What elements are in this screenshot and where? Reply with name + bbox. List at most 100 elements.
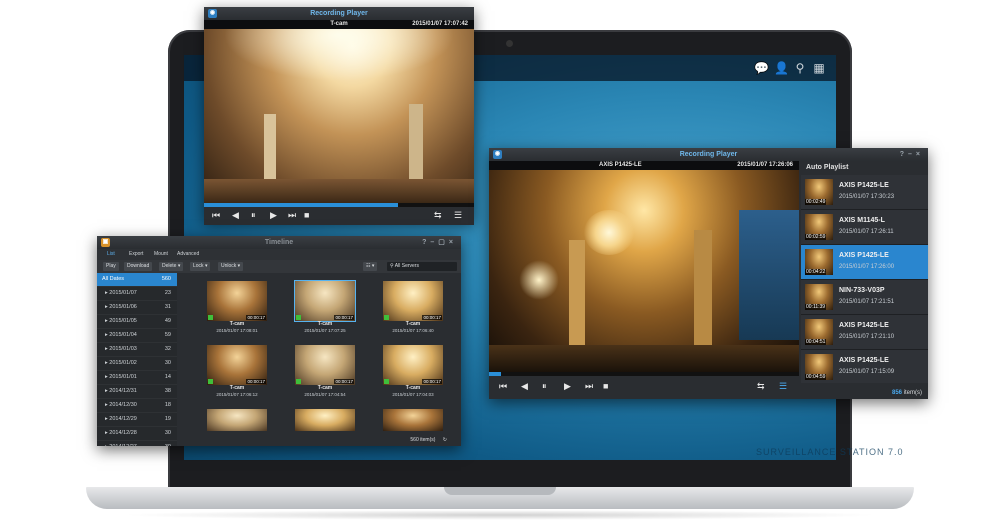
date-item[interactable]: ▸ 2015/01/02 30 bbox=[97, 357, 177, 371]
tab-export[interactable]: Export bbox=[129, 249, 143, 260]
date-item[interactable]: ▸ 2014/12/30 18 bbox=[97, 399, 177, 413]
date-label: 2014/12/27 bbox=[109, 444, 137, 446]
refresh-icon[interactable]: ↻ bbox=[443, 437, 447, 443]
playlist-thumbnail: 00:04:51 bbox=[805, 319, 833, 345]
sync-icon[interactable]: ⇆ bbox=[757, 381, 765, 392]
recording-thumbnail[interactable]: 00:00:17 bbox=[383, 345, 443, 385]
recording-thumbnail[interactable] bbox=[207, 409, 267, 431]
last-frame-icon[interactable]: ⏭ bbox=[585, 381, 593, 392]
date-label: 2014/12/28 bbox=[109, 430, 137, 436]
unlock-button[interactable]: Unlock ▾ bbox=[218, 262, 244, 271]
pause-icon[interactable]: ⏸ bbox=[251, 210, 256, 221]
status-badge bbox=[296, 315, 301, 320]
playlist-count: 856 item(s) bbox=[892, 390, 922, 396]
duration: 00:11:39 bbox=[805, 304, 827, 310]
download-button[interactable]: Download bbox=[124, 262, 153, 271]
chat-icon[interactable]: 💬 bbox=[754, 61, 769, 75]
recording-item[interactable]: 00:00:17 T-cam 2015/01/07 17:08:01 bbox=[207, 281, 267, 333]
date-item[interactable]: ▸ 2015/01/03 32 bbox=[97, 343, 177, 357]
duration: 00:04:59 bbox=[805, 374, 827, 380]
playlist-item[interactable]: 00:04:51 AXIS P1425-LE 2015/01/07 17:21:10 bbox=[801, 315, 928, 350]
forward-icon[interactable]: ▶ bbox=[564, 381, 571, 392]
date-label: 2014/12/30 bbox=[109, 402, 137, 408]
stop-icon[interactable]: ■ bbox=[304, 210, 309, 220]
date-item[interactable]: ▸ 2015/01/01 14 bbox=[97, 371, 177, 385]
date-item[interactable]: ▸ 2014/12/28 30 bbox=[97, 427, 177, 441]
tab-mount[interactable]: Mount bbox=[154, 249, 168, 260]
forward-icon[interactable]: ▶ bbox=[270, 210, 277, 221]
grid-icon[interactable]: ▦ bbox=[812, 61, 826, 75]
window-controls[interactable]: ?–× bbox=[900, 148, 924, 161]
recording-thumbnail[interactable]: 00:00:17 bbox=[207, 281, 267, 321]
playlist-timestamp: 2015/01/07 17:26:00 bbox=[839, 264, 895, 270]
list-icon[interactable]: ☰ bbox=[779, 381, 787, 392]
playlist-item[interactable]: 00:02:49 AXIS P1425-LE 2015/01/07 17:30:23 bbox=[801, 175, 928, 210]
date-item[interactable]: ▸ 2015/01/07 23 bbox=[97, 287, 177, 301]
date-item[interactable]: ▸ 2015/01/06 31 bbox=[97, 301, 177, 315]
duration: 00:04:22 bbox=[805, 269, 827, 275]
view-toggle[interactable]: ☷ ▾ bbox=[363, 262, 378, 271]
recording-thumbnail[interactable] bbox=[383, 409, 443, 431]
playlist-item[interactable]: 00:02:59 AXIS M1145-L 2015/01/07 17:26:11 bbox=[801, 210, 928, 245]
last-frame-icon[interactable]: ⏭ bbox=[288, 210, 296, 221]
date-item[interactable]: ▸ 2014/12/31 38 bbox=[97, 385, 177, 399]
play-button[interactable]: Play bbox=[103, 262, 119, 271]
desktop-watermark: SURVEILLANCE STATION 7.0 bbox=[756, 447, 904, 457]
playlist: 00:02:49 AXIS P1425-LE 2015/01/07 17:30:23… bbox=[801, 175, 928, 383]
date-item[interactable]: ▸ 2015/01/05 49 bbox=[97, 315, 177, 329]
tab-advanced[interactable]: Advanced bbox=[177, 249, 199, 260]
stop-icon[interactable]: ■ bbox=[603, 381, 608, 391]
date-item[interactable]: All Dates 560 bbox=[97, 273, 177, 287]
date-item[interactable]: ▸ 2014/12/2730 bbox=[97, 441, 177, 446]
recording-thumbnail[interactable]: 00:00:17 bbox=[383, 281, 443, 321]
recording-thumbnail[interactable]: 00:00:17 bbox=[295, 345, 355, 385]
tab-list[interactable]: List bbox=[107, 249, 115, 260]
recording-item[interactable]: 00:00:17 T-cam 2015/01/07 17:06:40 bbox=[383, 281, 443, 333]
date-count: 560 bbox=[161, 276, 171, 282]
rewind-icon[interactable]: ◀ bbox=[521, 381, 528, 392]
playlist-item[interactable]: 00:04:59 AXIS P1425-LE 2015/01/07 17:15:09 bbox=[801, 350, 928, 383]
first-frame-icon[interactable]: ⏮ bbox=[212, 210, 220, 221]
date-item[interactable]: ▸ 2015/01/04 59 bbox=[97, 329, 177, 343]
recording-item[interactable]: 00:00:17 T-cam 2015/01/07 17:06:12 bbox=[207, 345, 267, 397]
recording-thumbnail[interactable]: 00:00:17 bbox=[207, 345, 267, 385]
timeline-title: Timeline bbox=[264, 239, 294, 246]
first-frame-icon[interactable]: ⏮ bbox=[499, 381, 507, 392]
server-search-input[interactable]: ⚲ All Servers bbox=[387, 262, 457, 271]
playlist-count-value: 856 bbox=[891, 390, 902, 396]
recording-player-small: ◉ Recording Player T-cam 2015/01/07 17:0… bbox=[204, 7, 474, 225]
date-count: 59 bbox=[164, 332, 171, 338]
date-count: 18 bbox=[164, 402, 171, 408]
playlist-thumbnail: 00:02:59 bbox=[805, 214, 833, 240]
search-icon[interactable]: ⚲ bbox=[793, 61, 807, 75]
window-controls[interactable]: ?–▢× bbox=[422, 236, 457, 249]
lock-button[interactable]: Lock ▾ bbox=[190, 262, 211, 271]
recording-item[interactable]: 00:00:17 T-cam 2015/01/07 17:07:25 bbox=[294, 280, 356, 333]
playlist-camera-name: AXIS P1425-LE bbox=[839, 252, 889, 259]
playlist-camera-name: AXIS P1425-LE bbox=[839, 322, 889, 329]
recording-thumbnail[interactable]: 00:00:17 bbox=[294, 280, 356, 322]
recordings-grid: 00:00:17 T-cam 2015/01/07 17:08:01 00:00:17… bbox=[177, 273, 461, 434]
date-count: 38 bbox=[164, 388, 171, 394]
playlist-item[interactable]: 00:11:39 NIN-733-V03P 2015/01/07 17:21:51 bbox=[801, 280, 928, 315]
pause-icon[interactable]: ⏸ bbox=[542, 381, 547, 392]
date-count: 32 bbox=[164, 346, 171, 352]
recording-item[interactable]: 00:00:17 T-cam 2015/01/07 17:04:03 bbox=[383, 345, 443, 397]
date-count: 31 bbox=[164, 304, 171, 310]
video-frame[interactable] bbox=[489, 170, 799, 372]
user-icon[interactable]: 👤 bbox=[774, 61, 789, 75]
delete-button[interactable]: Delete ▾ bbox=[159, 262, 184, 271]
recording-item[interactable]: 00:00:17 T-cam 2015/01/07 17:04:54 bbox=[295, 345, 355, 397]
playlist-timestamp: 2015/01/07 17:15:09 bbox=[839, 369, 895, 375]
playlist-item[interactable]: 00:04:22 AXIS P1425-LE 2015/01/07 17:26:00 bbox=[801, 245, 928, 280]
camera-name: AXIS P1425-LE bbox=[599, 162, 642, 168]
video-frame[interactable] bbox=[204, 29, 474, 204]
camera-name: T-cam bbox=[317, 321, 333, 327]
list-icon[interactable]: ☰ bbox=[454, 210, 462, 221]
playlist-camera-name: AXIS M1145-L bbox=[839, 217, 885, 224]
recording-thumbnail[interactable] bbox=[295, 409, 355, 431]
date-item[interactable]: ▸ 2014/12/29 19 bbox=[97, 413, 177, 427]
sync-icon[interactable]: ⇆ bbox=[434, 210, 442, 221]
player-large-infobar: AXIS P1425-LE 2015/01/07 17:26:06 bbox=[489, 161, 799, 170]
rewind-icon[interactable]: ◀ bbox=[232, 210, 239, 221]
